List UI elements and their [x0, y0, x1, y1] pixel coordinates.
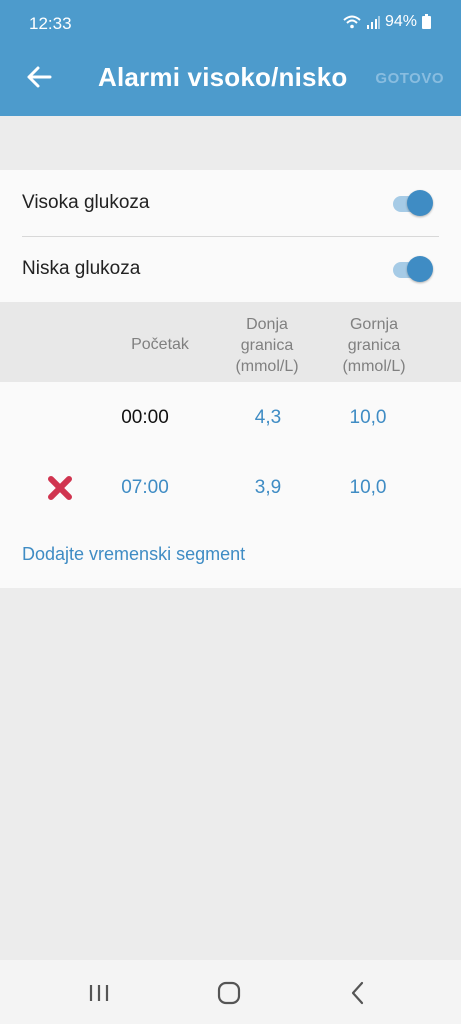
header-start: Početak	[115, 334, 205, 355]
back-nav-icon[interactable]	[343, 978, 373, 1008]
row-start-time: 00:00	[121, 407, 169, 428]
status-time: 12:33	[29, 14, 72, 33]
battery-icon	[422, 13, 431, 29]
header-upper-limit: Gornja granica (mmol/L)	[329, 314, 419, 377]
header-lower-limit: Donja granica (mmol/L)	[222, 314, 312, 377]
header-lower-line2: granica	[240, 337, 294, 354]
low-glucose-toggle[interactable]	[391, 254, 435, 284]
add-time-segment-link[interactable]: Dodajte vremenski segment	[22, 544, 245, 565]
row-upper-limit[interactable]: 10,0	[323, 477, 413, 499]
alarm-toggles-card: Visoka glukoza Niska glukoza	[0, 170, 461, 302]
row-lower-limit[interactable]: 3,9	[223, 477, 313, 499]
low-glucose-row: Niska glukoza	[0, 236, 461, 302]
status-icons: 94%	[343, 13, 431, 31]
app-bar: 12:33 94% Alarmi visoko/nisko GOTOVO	[0, 0, 461, 116]
toggle-thumb	[407, 256, 433, 282]
page-title: Alarmi visoko/nisko	[98, 62, 348, 92]
wifi-icon	[343, 15, 361, 29]
home-icon[interactable]	[214, 978, 244, 1008]
high-glucose-row: Visoka glukoza	[0, 170, 461, 237]
row-start-time[interactable]: 07:00	[100, 477, 190, 499]
done-button[interactable]: GOTOVO	[375, 70, 444, 87]
header-start-label: Početak	[131, 336, 189, 353]
add-segment-row: Dodajte vremenski segment	[0, 522, 461, 588]
battery-percent: 94%	[384, 13, 417, 30]
signal-icon	[366, 16, 380, 29]
high-glucose-label: Visoka glukoza	[22, 192, 150, 213]
table-row: 00:00 4,3 10,0	[0, 382, 461, 453]
delete-x-icon[interactable]	[44, 472, 76, 504]
table-row: 07:00 3,9 10,0	[0, 452, 461, 523]
low-glucose-label: Niska glukoza	[22, 258, 141, 279]
header-upper-line1: Gornja	[349, 316, 399, 333]
row-upper-limit[interactable]: 10,0	[323, 407, 413, 429]
status-bar: 12:33 94%	[0, 0, 461, 46]
arrow-left-icon[interactable]	[24, 62, 54, 92]
recent-apps-icon[interactable]	[84, 978, 114, 1008]
system-nav-bar	[0, 960, 461, 1024]
header-lower-line1: Donja	[246, 316, 288, 333]
header-upper-line2: granica	[347, 337, 401, 354]
header-lower-line3: (mmol/L)	[235, 358, 299, 375]
row-lower-limit[interactable]: 4,3	[223, 407, 313, 429]
high-glucose-toggle[interactable]	[391, 188, 435, 218]
toggle-thumb	[407, 190, 433, 216]
table-header: Početak Donja granica (mmol/L) Gornja gr…	[0, 302, 461, 382]
header-upper-line3: (mmol/L)	[342, 358, 406, 375]
